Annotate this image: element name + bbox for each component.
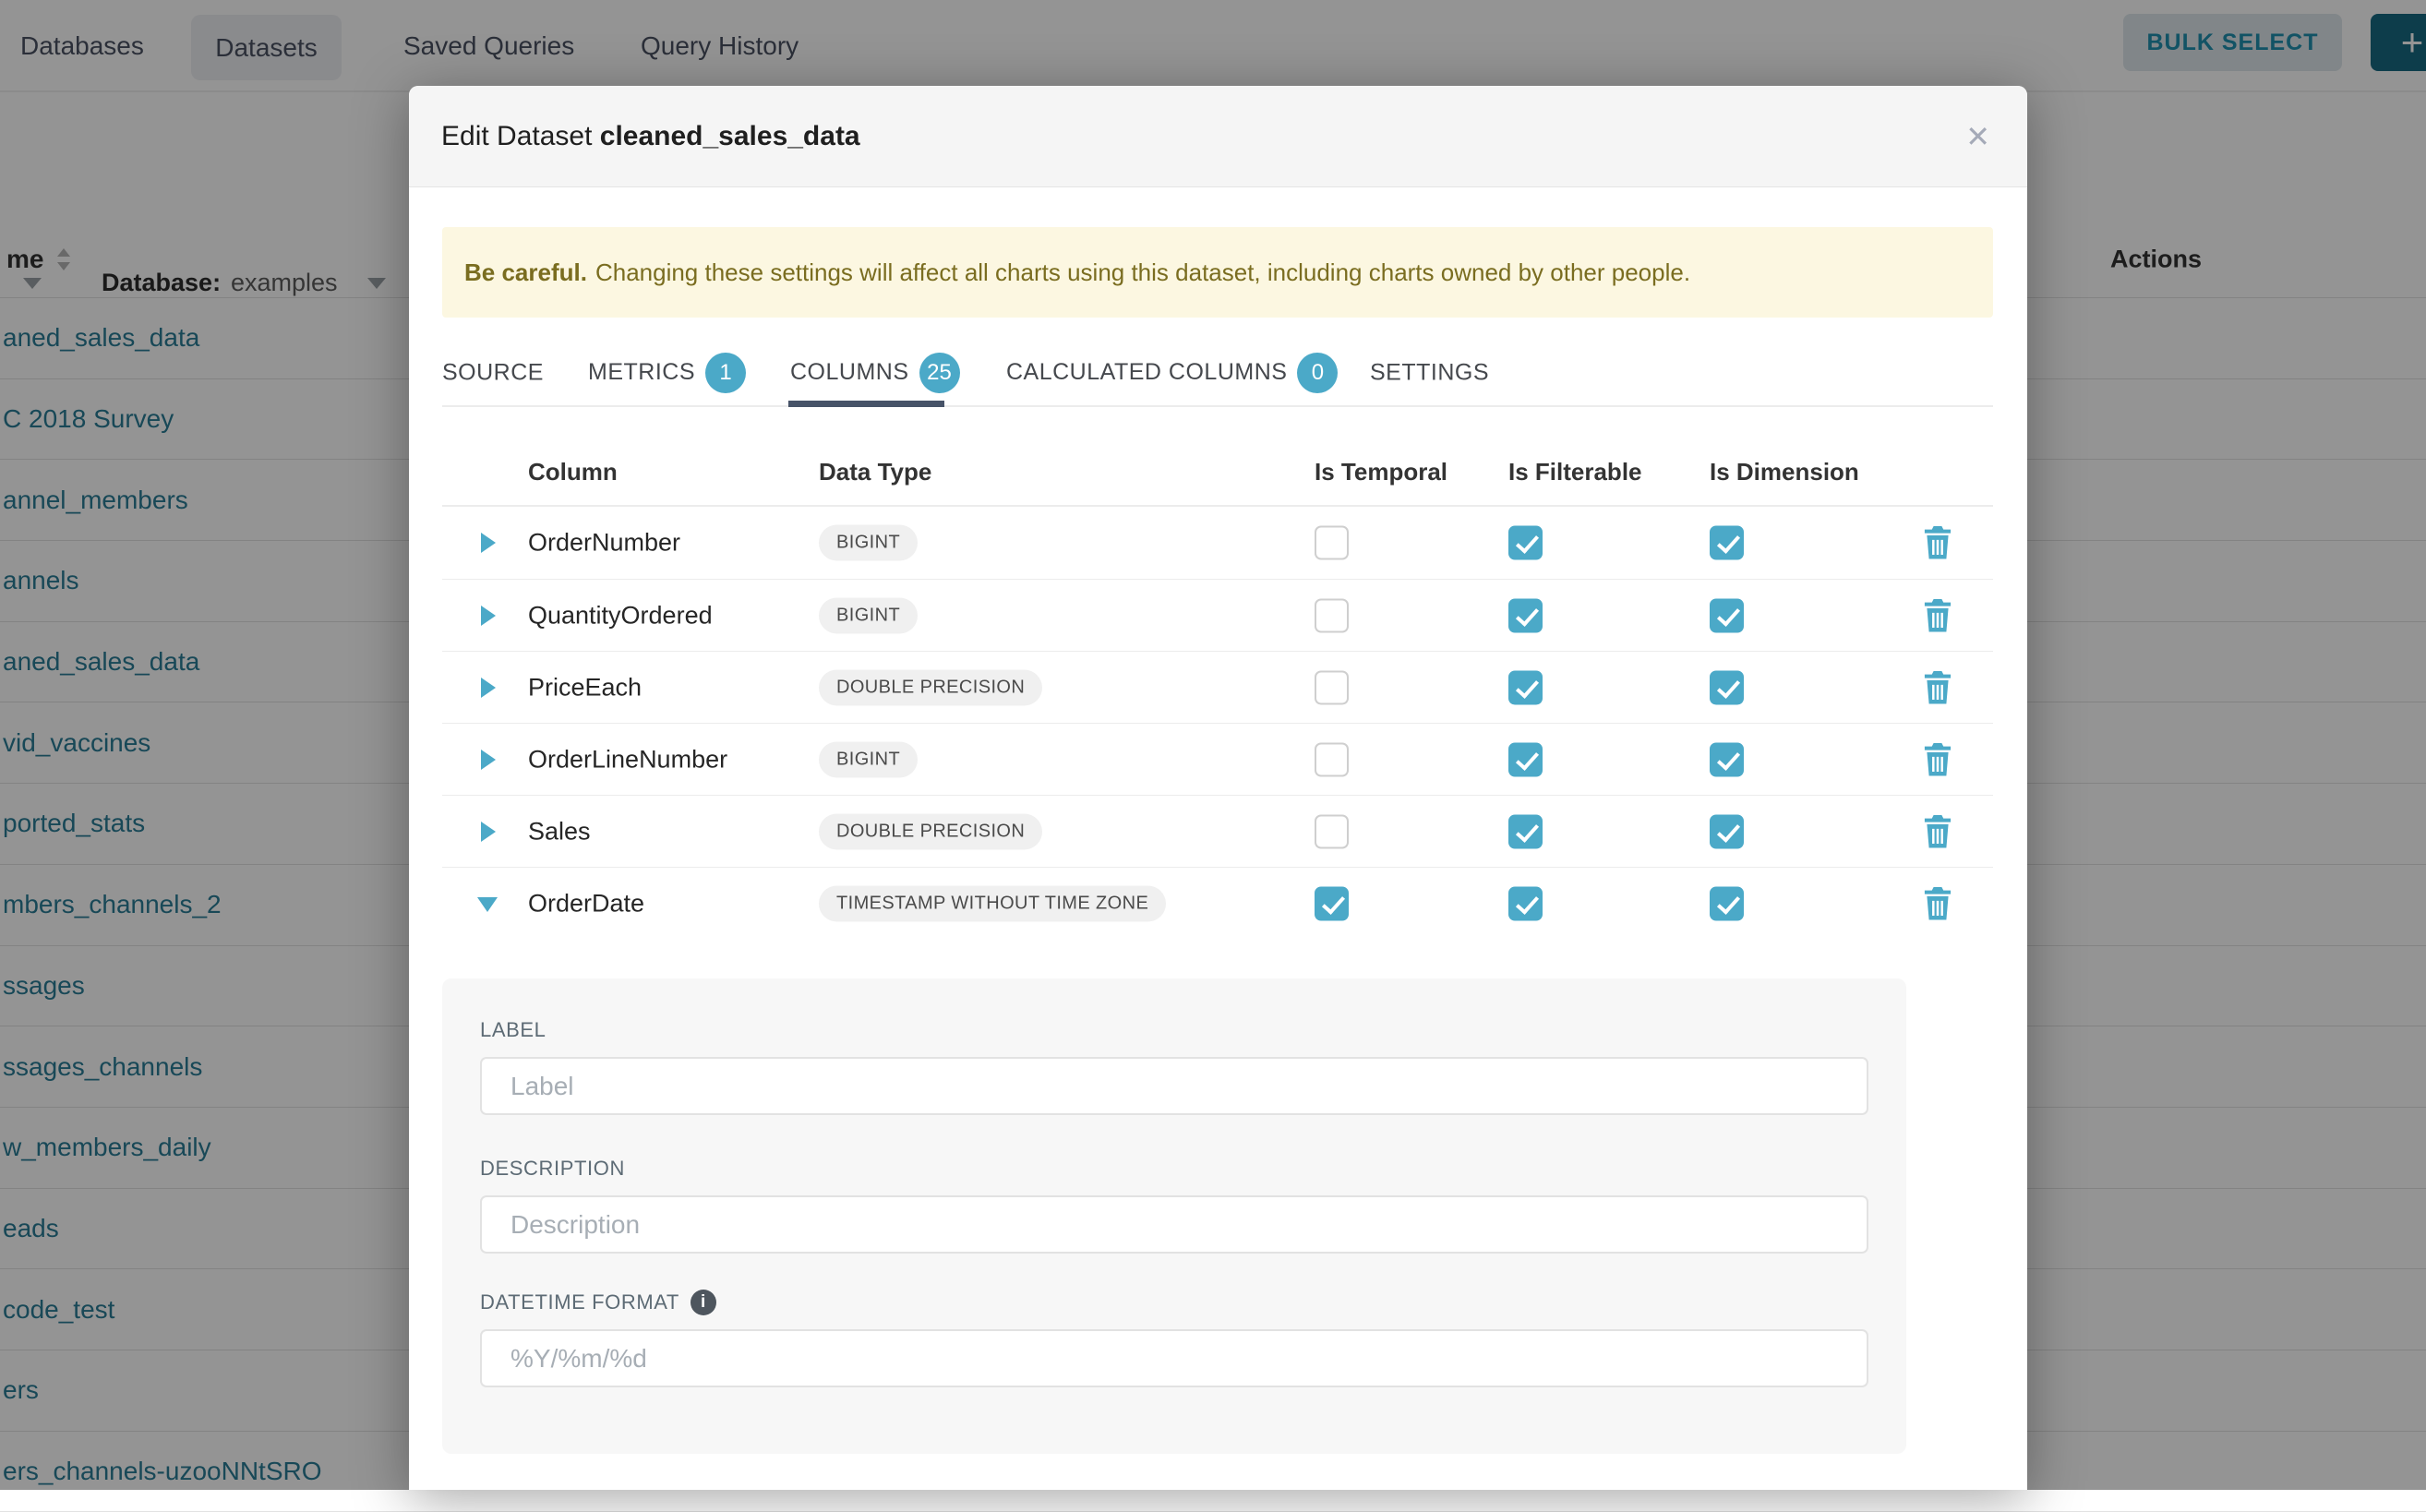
is-temporal-header: Is Temporal (1315, 458, 1447, 486)
column-header: Column (528, 458, 618, 486)
edit-dataset-modal: Edit Dataset cleaned_sales_data ✕ Be car… (409, 86, 2027, 1490)
modal-body: Be careful. Changing these settings will… (409, 227, 2027, 1454)
column-name: PriceEach (528, 673, 642, 702)
calculated-columns-count-badge: 0 (1297, 353, 1338, 393)
tab-calculated-columns[interactable]: CALCULATED COLUMNS 0 (1006, 353, 1338, 393)
label-field-label-text: LABEL (480, 1018, 546, 1042)
column-row: OrderLineNumber BIGINT (442, 723, 1993, 795)
tab-columns[interactable]: COLUMNS 25 (790, 353, 960, 393)
is-filterable-header: Is Filterable (1508, 458, 1642, 486)
is-temporal-checkbox[interactable] (1315, 598, 1349, 632)
expand-caret-icon[interactable] (475, 674, 503, 702)
is-temporal-checkbox[interactable] (1315, 814, 1349, 848)
tab-source-label: SOURCE (442, 359, 544, 386)
expand-caret-icon[interactable] (475, 746, 503, 774)
tab-settings-label: SETTINGS (1370, 359, 1489, 386)
is-filterable-checkbox[interactable] (1508, 742, 1543, 776)
expand-caret-icon[interactable] (475, 529, 503, 557)
is-dimension-checkbox[interactable] (1710, 742, 1744, 776)
column-row: Sales DOUBLE PRECISION (442, 795, 1993, 867)
is-dimension-checkbox[interactable] (1710, 526, 1744, 560)
description-field-label: DESCRIPTION (480, 1158, 1868, 1180)
delete-column-icon[interactable] (1923, 743, 1952, 776)
tab-source[interactable]: SOURCE (442, 359, 544, 386)
close-icon[interactable]: ✕ (1965, 122, 1990, 151)
column-row: OrderNumber BIGINT (442, 507, 1993, 579)
tab-metrics-label: METRICS (588, 359, 695, 386)
is-filterable-checkbox[interactable] (1508, 814, 1543, 848)
label-input[interactable] (480, 1057, 1868, 1115)
column-row: PriceEach DOUBLE PRECISION (442, 651, 1993, 723)
warning-banner-text: Changing these settings will affect all … (595, 258, 1690, 287)
data-type-pill: TIMESTAMP WITHOUT TIME ZONE (819, 885, 1166, 921)
column-name: Sales (528, 817, 591, 846)
is-filterable-checkbox[interactable] (1508, 526, 1543, 560)
delete-column-icon[interactable] (1923, 599, 1952, 632)
is-dimension-header: Is Dimension (1710, 458, 1859, 486)
data-type-pill: BIGINT (819, 525, 918, 561)
is-dimension-checkbox[interactable] (1710, 670, 1744, 704)
column-name: OrderLineNumber (528, 745, 727, 774)
tab-metrics[interactable]: METRICS 1 (588, 353, 746, 393)
data-type-pill: DOUBLE PRECISION (819, 813, 1042, 849)
info-icon[interactable]: i (691, 1290, 716, 1315)
modal-title-dataset-name: cleaned_sales_data (600, 121, 860, 151)
data-type-pill: BIGINT (819, 741, 918, 777)
is-filterable-checkbox[interactable] (1508, 886, 1543, 920)
modal-title: Edit Dataset cleaned_sales_data (441, 121, 860, 152)
delete-column-icon[interactable] (1923, 526, 1952, 559)
is-temporal-checkbox[interactable] (1315, 526, 1349, 560)
datetime-format-label-text: DATETIME FORMAT (480, 1290, 679, 1314)
datetime-format-input[interactable] (480, 1329, 1868, 1387)
active-tab-underline (788, 401, 944, 407)
description-input[interactable] (480, 1195, 1868, 1254)
warning-banner: Be careful. Changing these settings will… (442, 227, 1993, 318)
datetime-format-field-label: DATETIME FORMAT i (480, 1291, 1868, 1314)
tab-settings[interactable]: SETTINGS (1370, 359, 1489, 386)
columns-count-badge: 25 (919, 353, 960, 393)
expand-caret-icon[interactable] (475, 602, 503, 630)
is-filterable-checkbox[interactable] (1508, 670, 1543, 704)
tab-columns-label: COLUMNS (790, 359, 909, 386)
delete-column-icon[interactable] (1923, 887, 1952, 920)
data-type-pill: BIGINT (819, 597, 918, 633)
is-temporal-checkbox[interactable] (1315, 670, 1349, 704)
is-filterable-checkbox[interactable] (1508, 598, 1543, 632)
columns-table-header: Column Data Type Is Temporal Is Filterab… (442, 407, 1993, 507)
description-field-label-text: DESCRIPTION (480, 1157, 625, 1181)
is-temporal-checkbox[interactable] (1315, 742, 1349, 776)
column-row-expanded: OrderDate TIMESTAMP WITHOUT TIME ZONE (442, 867, 1993, 939)
expand-caret-icon[interactable] (475, 818, 503, 846)
tab-bar: SOURCE METRICS 1 COLUMNS 25 CALCULATED C… (442, 340, 1993, 407)
is-dimension-checkbox[interactable] (1710, 814, 1744, 848)
column-name: QuantityOrdered (528, 601, 713, 630)
label-field-label: LABEL (480, 1019, 1868, 1041)
column-editor-panel: LABEL DESCRIPTION DATETIME FORMAT i (442, 978, 1906, 1454)
metrics-count-badge: 1 (705, 353, 746, 393)
is-dimension-checkbox[interactable] (1710, 886, 1744, 920)
column-name: OrderNumber (528, 529, 680, 558)
tab-calculated-columns-label: CALCULATED COLUMNS (1006, 359, 1287, 386)
data-type-pill: DOUBLE PRECISION (819, 669, 1042, 705)
modal-header: Edit Dataset cleaned_sales_data ✕ (409, 86, 2027, 187)
collapse-caret-icon[interactable] (475, 890, 503, 918)
warning-banner-bold: Be careful. (464, 258, 587, 287)
modal-title-prefix: Edit Dataset (441, 121, 592, 151)
column-name: OrderDate (528, 889, 644, 918)
is-temporal-checkbox[interactable] (1315, 886, 1349, 920)
delete-column-icon[interactable] (1923, 815, 1952, 848)
data-type-header: Data Type (819, 458, 931, 486)
column-row: QuantityOrdered BIGINT (442, 579, 1993, 651)
is-dimension-checkbox[interactable] (1710, 598, 1744, 632)
delete-column-icon[interactable] (1923, 671, 1952, 704)
